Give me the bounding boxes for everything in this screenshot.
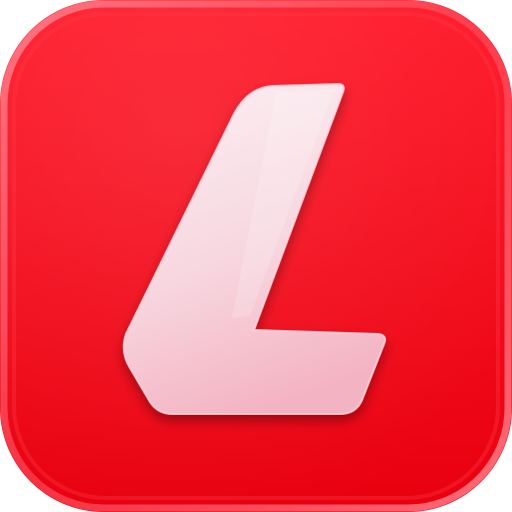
- app-icon[interactable]: [0, 0, 512, 512]
- app-icon-graphic: [0, 0, 512, 512]
